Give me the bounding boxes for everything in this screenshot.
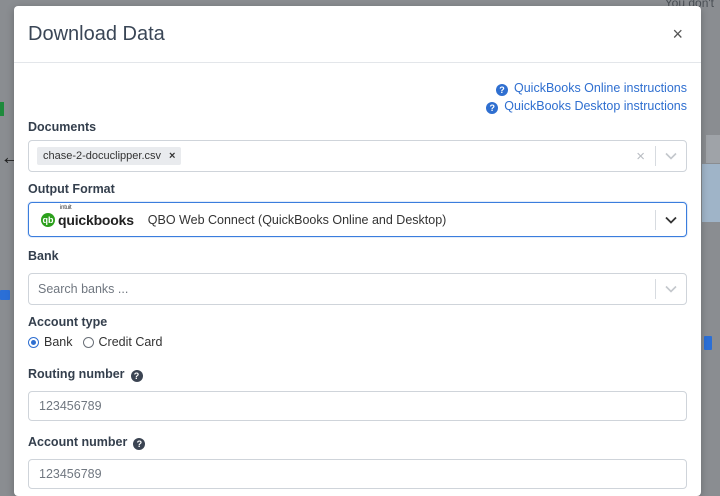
radio-button[interactable] bbox=[28, 336, 39, 348]
radio-label: Credit Card bbox=[98, 335, 163, 349]
routing-number-placeholder: 123456789 bbox=[39, 399, 102, 413]
account-number-placeholder: 123456789 bbox=[39, 467, 102, 481]
output-format-value: QBO Web Connect (QuickBooks Online and D… bbox=[147, 212, 447, 227]
chevron-down-icon[interactable] bbox=[656, 152, 686, 160]
link-label: QuickBooks Online instructions bbox=[514, 81, 687, 95]
document-chip: chase-2-docuclipper.csv × bbox=[37, 147, 182, 165]
routing-number-label: Routing number? bbox=[28, 367, 687, 382]
quickbooks-online-instructions-link[interactable]: ? QuickBooks Online instructions bbox=[28, 79, 687, 97]
instruction-links: ? QuickBooks Online instructions ? QuickBo… bbox=[28, 79, 687, 115]
routing-number-input[interactable]: 123456789 bbox=[28, 391, 687, 421]
chevron-down-icon[interactable] bbox=[656, 216, 686, 224]
background-badge bbox=[704, 336, 712, 350]
radio-bank[interactable]: Bank bbox=[28, 335, 73, 349]
radio-credit-card[interactable]: Credit Card bbox=[82, 335, 163, 349]
routing-number-label-text: Routing number bbox=[28, 367, 125, 381]
quickbooks-logo-word: intuit quickbooks bbox=[58, 205, 134, 228]
bank-label: Bank bbox=[28, 249, 59, 263]
chevron-down-icon[interactable] bbox=[656, 285, 686, 293]
radio-button[interactable] bbox=[82, 336, 94, 348]
account-number-label: Account number? bbox=[28, 435, 687, 450]
quickbooks-logo: qb intuit quickbooks bbox=[41, 205, 134, 228]
question-circle-icon[interactable]: ? bbox=[130, 370, 143, 382]
question-circle-icon: ? bbox=[496, 84, 508, 96]
documents-select[interactable]: chase-2-docuclipper.csv × × bbox=[28, 140, 687, 172]
quickbooks-logo-icon: qb bbox=[41, 212, 55, 227]
close-icon[interactable]: × bbox=[668, 23, 687, 45]
clear-icon[interactable]: × bbox=[626, 148, 655, 165]
bank-search-placeholder: Search banks ... bbox=[38, 282, 129, 296]
quickbooks-desktop-instructions-link[interactable]: ? QuickBooks Desktop instructions bbox=[28, 97, 687, 115]
account-type-label: Account type bbox=[28, 315, 108, 329]
document-chip-label: chase-2-docuclipper.csv bbox=[43, 150, 162, 162]
modal-title: Download Data bbox=[28, 22, 165, 45]
background-green-marker bbox=[0, 102, 4, 116]
radio-label: Bank bbox=[44, 335, 73, 349]
chip-remove-icon[interactable]: × bbox=[169, 150, 175, 162]
output-format-label: Output Format bbox=[28, 182, 115, 196]
question-circle-icon[interactable]: ? bbox=[133, 438, 146, 450]
background-blue-marker bbox=[0, 290, 10, 300]
background-button bbox=[706, 135, 720, 163]
account-number-input[interactable]: 123456789 bbox=[28, 459, 687, 489]
modal-header: Download Data × bbox=[14, 6, 701, 63]
modal-body: ? QuickBooks Online instructions ? QuickBo… bbox=[14, 63, 701, 489]
quickbooks-text: quickbooks bbox=[58, 211, 134, 228]
account-type-radio-group: Bank Credit Card bbox=[28, 335, 687, 349]
output-format-select[interactable]: qb intuit quickbooks QBO Web Connect (Qu… bbox=[28, 202, 687, 237]
documents-label: Documents bbox=[28, 120, 97, 134]
question-circle-icon: ? bbox=[486, 102, 499, 114]
intuit-text: intuit bbox=[60, 204, 72, 211]
bank-select[interactable]: Search banks ... bbox=[28, 273, 687, 305]
download-data-modal: Download Data × ? QuickBooks Online instr… bbox=[14, 6, 701, 496]
background-panel bbox=[702, 164, 720, 222]
link-label: QuickBooks Desktop instructions bbox=[504, 99, 687, 113]
account-number-label-text: Account number bbox=[28, 435, 128, 449]
